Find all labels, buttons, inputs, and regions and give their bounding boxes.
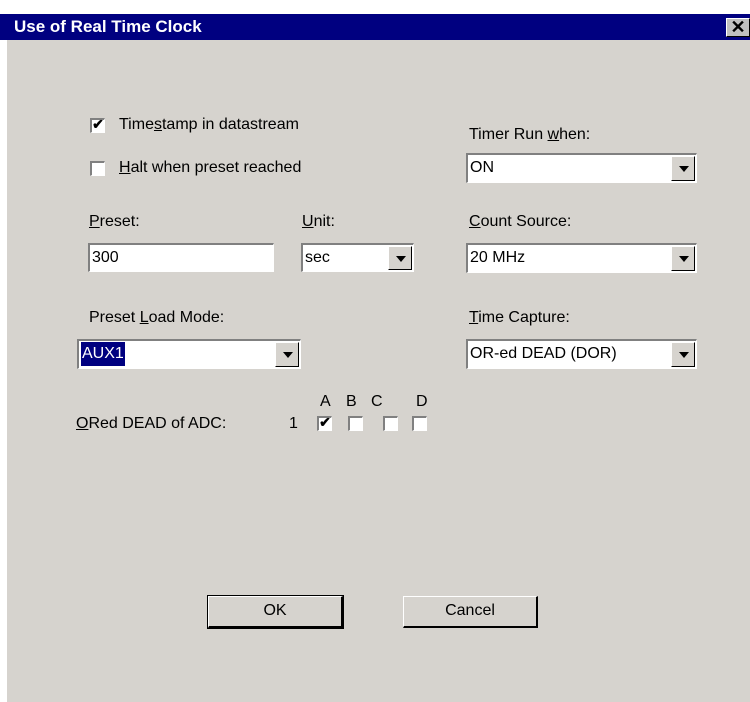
chevron-down-icon [396,256,406,262]
preset-load-mode-select[interactable]: AUX1 [77,339,301,369]
chevron-down-icon [679,166,689,172]
channel-label-b: B [346,393,357,410]
close-icon: ✕ [730,17,746,37]
count-source-dropdown-button[interactable] [671,246,695,271]
unit-dropdown-button[interactable] [388,246,412,270]
timer-run-label: Timer Run when: [469,126,591,143]
halt-label[interactable]: Halt when preset reached [119,158,301,178]
channel-checkbox-c[interactable]: ✔ [383,416,398,431]
channel-checkbox-a[interactable]: ✔ [317,414,332,431]
cancel-button[interactable]: Cancel [403,596,538,628]
chevron-down-icon [679,352,689,358]
time-capture-dropdown-button[interactable] [671,342,695,367]
window-title: Use of Real Time Clock [14,17,202,36]
chevron-down-icon [679,256,689,262]
dialog-window: Use of Real Time Clock ✕ ✔ Timestamp in … [0,0,750,702]
checkmark-icon: ✔ [319,414,331,430]
preset-input[interactable]: 300 [88,243,274,272]
timer-run-dropdown-button[interactable] [671,156,695,181]
chevron-down-icon [283,352,293,358]
preset-load-mode-dropdown-button[interactable] [275,342,299,367]
channel-label-c: C [371,393,383,410]
title-bar[interactable]: Use of Real Time Clock ✕ [0,14,750,40]
channel-checkbox-b[interactable]: ✔ [348,416,363,431]
channel-label-d: D [416,393,428,410]
ok-button[interactable]: OK [207,595,344,629]
unit-select[interactable]: sec [301,243,414,272]
channel-checkbox-d[interactable]: ✔ [412,416,427,431]
halt-checkbox[interactable]: ✔ [90,161,105,176]
ored-dead-label: ORed DEAD of ADC: [76,415,227,432]
unit-label: Unit: [302,213,335,230]
timer-run-select[interactable]: ON [466,153,697,183]
timestamp-checkbox[interactable]: ✔ [90,116,105,133]
count-source-label: Count Source: [469,213,572,230]
count-source-select[interactable]: 20 MHz [466,243,697,273]
dialog-body: ✔ Timestamp in datastream ✔ Halt when pr… [7,40,750,702]
timestamp-label[interactable]: Timestamp in datastream [119,115,299,135]
time-capture-label: Time Capture: [469,309,570,326]
adc-number: 1 [289,415,298,432]
channel-label-a: A [320,393,331,410]
checkmark-icon: ✔ [92,116,104,132]
preset-label: Preset: [89,213,140,230]
time-capture-select[interactable]: OR-ed DEAD (DOR) [466,339,697,369]
preset-load-mode-label: Preset Load Mode: [89,309,225,326]
close-button[interactable]: ✕ [726,18,750,37]
